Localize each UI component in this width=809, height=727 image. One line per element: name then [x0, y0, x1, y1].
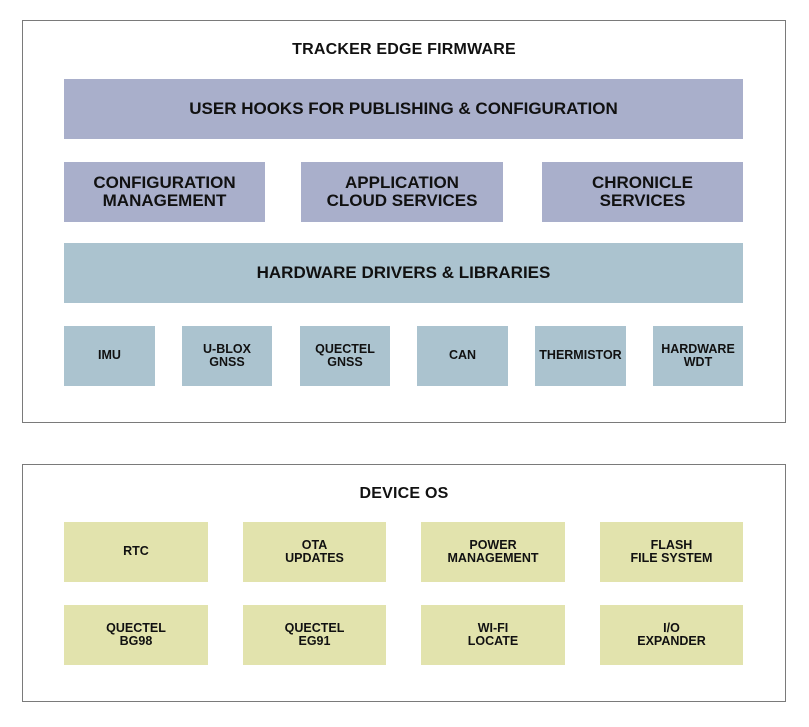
- configuration-management-block: CONFIGURATION MANAGEMENT: [64, 162, 265, 222]
- os-block-quectel-bg98: QUECTEL BG98: [64, 605, 208, 665]
- application-cloud-services-block: APPLICATION CLOUD SERVICES: [301, 162, 503, 222]
- device-os-panel: DEVICE OS: [22, 464, 786, 702]
- module-thermistor: THERMISTOR: [535, 326, 626, 386]
- os-block-rtc: RTC: [64, 522, 208, 582]
- os-block-io-expander: I/O EXPANDER: [600, 605, 743, 665]
- chronicle-services-block: CHRONICLE SERVICES: [542, 162, 743, 222]
- module-hardware-wdt: HARDWARE WDT: [653, 326, 743, 386]
- device-os-title: DEVICE OS: [359, 485, 449, 502]
- os-block-power-management: POWER MANAGEMENT: [421, 522, 565, 582]
- user-hooks-layer: USER HOOKS FOR PUBLISHING & CONFIGURATIO…: [64, 79, 743, 139]
- os-block-ota-updates: OTA UPDATES: [243, 522, 386, 582]
- hardware-drivers-libraries-layer: HARDWARE DRIVERS & LIBRARIES: [64, 243, 743, 303]
- tracker-edge-firmware-title: TRACKER EDGE FIRMWARE: [292, 41, 516, 58]
- module-u-blox-gnss: U-BLOX GNSS: [182, 326, 272, 386]
- os-block-wi-fi-locate: WI-FI LOCATE: [421, 605, 565, 665]
- os-block-flash-file-system: FLASH FILE SYSTEM: [600, 522, 743, 582]
- module-can: CAN: [417, 326, 508, 386]
- module-quectel-gnss: QUECTEL GNSS: [300, 326, 390, 386]
- module-imu: IMU: [64, 326, 155, 386]
- os-block-quectel-eg91: QUECTEL EG91: [243, 605, 386, 665]
